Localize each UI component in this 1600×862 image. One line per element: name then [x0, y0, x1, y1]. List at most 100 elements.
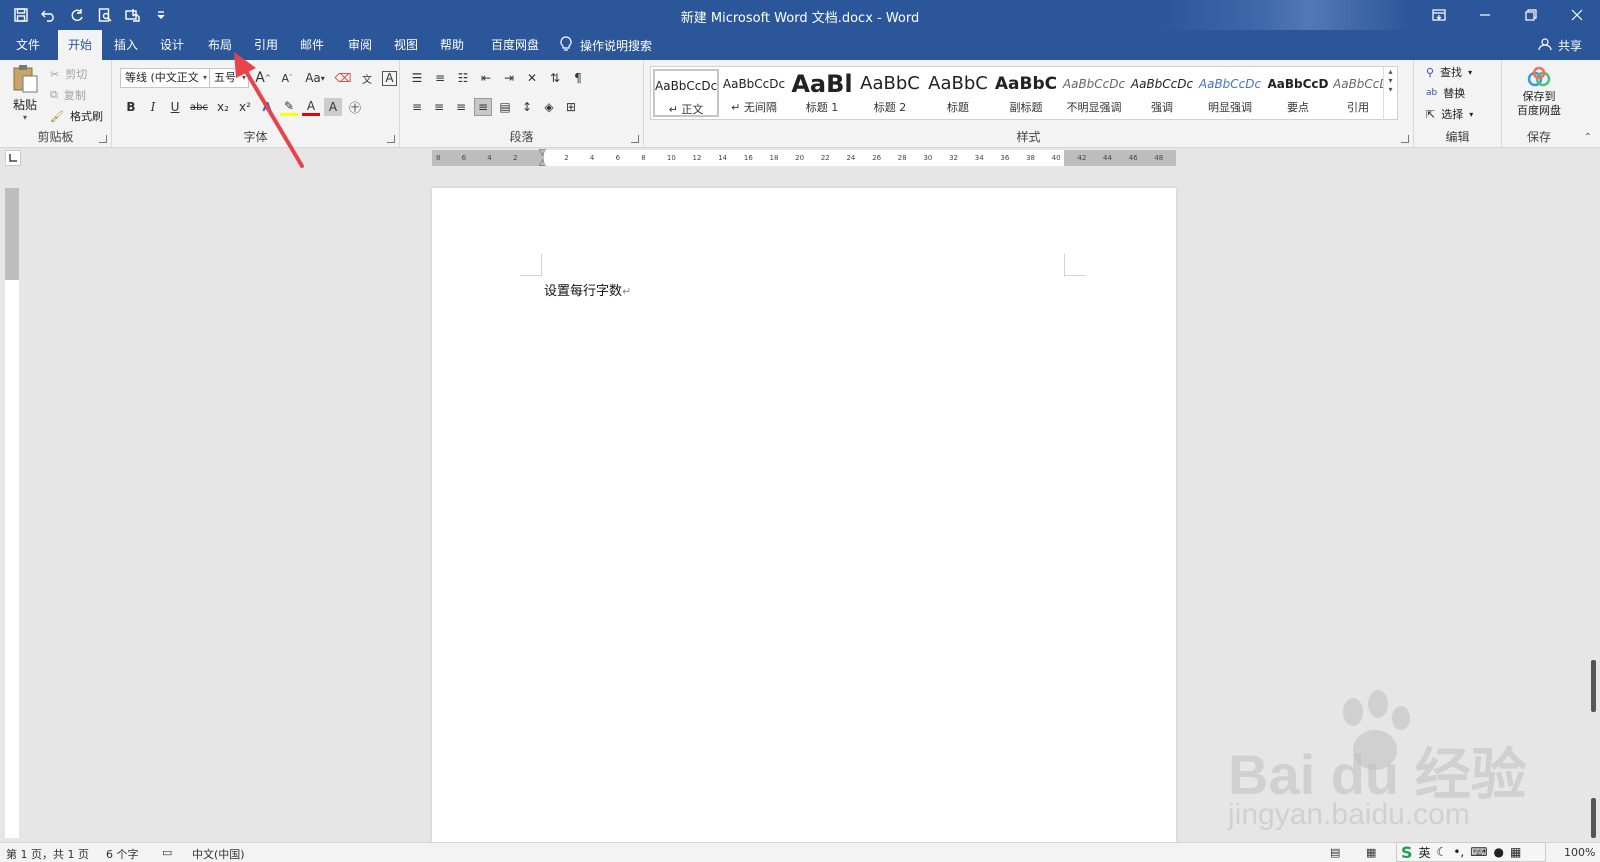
select-button[interactable]: ⇱ 选择 ▾ [1426, 106, 1473, 122]
tab-insert[interactable]: 插入 [104, 30, 148, 60]
tab-selector[interactable] [5, 150, 21, 166]
minimize-icon[interactable] [1462, 0, 1508, 30]
gallery-scroll[interactable]: ▴ ▾ ▾ [1383, 67, 1397, 121]
clear-formatting-icon[interactable]: ⌫ [334, 69, 352, 87]
style-heading-2[interactable]: AaBbC 标题 2 [857, 69, 923, 117]
proofing-icon[interactable]: ▭ [162, 846, 172, 859]
tab-baidu-netdisk[interactable]: 百度网盘 [482, 30, 548, 60]
bold-icon[interactable]: B [122, 98, 140, 116]
tab-references[interactable]: 引用 [244, 30, 288, 60]
document-page[interactable]: 设置每行字数↵ [432, 188, 1176, 850]
tab-review[interactable]: 审阅 [338, 30, 382, 60]
tab-help[interactable]: 帮助 [430, 30, 474, 60]
multilevel-list-icon[interactable]: ☷ [454, 69, 472, 87]
grow-font-icon[interactable]: A ^ [254, 69, 272, 87]
justify-icon[interactable]: ≡ [474, 98, 492, 116]
tab-layout[interactable]: 布局 [198, 30, 242, 60]
italic-icon[interactable]: I [144, 98, 162, 116]
document-text[interactable]: 设置每行字数↵ [544, 280, 631, 299]
punctuation-icon[interactable]: •, [1453, 845, 1464, 859]
shading-icon[interactable]: ◈ [540, 98, 558, 116]
share-button[interactable]: 共享 [1538, 30, 1582, 60]
find-button[interactable]: ⚲ 查找 ▾ [1426, 64, 1472, 80]
superscript-icon[interactable]: x² [236, 98, 254, 116]
font-launcher[interactable] [387, 135, 395, 143]
numbering-icon[interactable]: ≡ [431, 69, 449, 87]
underline-icon[interactable]: U [166, 98, 184, 116]
vertical-scrollbar-thumb[interactable] [1591, 660, 1596, 712]
replace-button[interactable]: ab 替换 [1426, 85, 1465, 101]
decrease-indent-icon[interactable]: ⇤ [477, 69, 495, 87]
save-to-baidu-button[interactable]: 保存到 百度网盘 [1502, 66, 1576, 118]
user-icon[interactable]: ● [1494, 845, 1504, 859]
align-center-icon[interactable]: ≡ [430, 98, 448, 116]
close-icon[interactable] [1554, 0, 1600, 30]
line-spacing-icon[interactable]: ↕ [518, 98, 536, 116]
word-count[interactable]: 6 个字 [106, 846, 139, 862]
style-subtle-emphasis[interactable]: AaBbCcDc 不明显强调 [1061, 69, 1127, 117]
increase-indent-icon[interactable]: ⇥ [500, 69, 518, 87]
align-left-icon[interactable]: ≡ [408, 98, 426, 116]
style-subtitle[interactable]: AaBbC 副标题 [993, 69, 1059, 117]
font-color-icon[interactable]: A [302, 98, 320, 116]
chinese-layout-icon[interactable]: ✕ [523, 69, 541, 87]
cut-button[interactable]: ✂ 剪切 [50, 66, 87, 82]
subscript-icon[interactable]: x₂ [214, 98, 232, 116]
character-border-icon[interactable]: A [382, 70, 397, 86]
character-shading-icon[interactable]: A [324, 98, 342, 116]
highlight-icon[interactable]: ✎ [280, 98, 298, 116]
vertical-ruler[interactable] [5, 188, 19, 838]
distributed-icon[interactable]: ▤ [496, 98, 514, 116]
tab-view[interactable]: 视图 [384, 30, 428, 60]
font-size-combo[interactable]: 五号 ▾ [209, 68, 249, 88]
print-layout-icon[interactable]: ▦ [1366, 846, 1376, 859]
style-emphasis[interactable]: AaBbCcDc 强调 [1129, 69, 1195, 117]
sogou-icon[interactable]: S [1401, 843, 1413, 862]
zoom-level[interactable]: 100% [1564, 846, 1595, 859]
read-mode-icon[interactable]: ▤ [1330, 846, 1340, 859]
indent-marker-bottom[interactable]: △ [539, 158, 546, 168]
style-intense-emphasis[interactable]: AaBbCcDc 明显强调 [1197, 69, 1263, 117]
copy-button[interactable]: ⧉ 复制 [50, 87, 86, 103]
ribbon-display-options-icon[interactable] [1416, 0, 1462, 30]
text-effects-icon[interactable]: A [258, 98, 276, 116]
show-marks-icon[interactable]: ¶ [569, 69, 587, 87]
tab-mailings[interactable]: 邮件 [290, 30, 334, 60]
align-right-icon[interactable]: ≡ [452, 98, 470, 116]
indent-marker[interactable]: ▽ [539, 148, 546, 158]
style-strong[interactable]: AaBbCcD 要点 [1265, 69, 1331, 117]
style-no-spacing[interactable]: AaBbCcDc ↵ 无间隔 [721, 69, 787, 117]
restore-icon[interactable] [1508, 0, 1554, 30]
ime-language[interactable]: 英 [1419, 844, 1431, 861]
paragraph-launcher[interactable] [631, 135, 639, 143]
language-indicator[interactable]: 中文(中国) [192, 846, 245, 862]
grid-icon[interactable]: ▦ [1510, 845, 1521, 859]
collapse-ribbon-icon[interactable]: ⌃ [1584, 132, 1592, 143]
format-painter-button[interactable]: 🖌 格式刷 [50, 108, 103, 124]
style-quote[interactable]: AaBbCcDc 引用 [1333, 69, 1383, 117]
tab-home[interactable]: 开始 [58, 30, 102, 60]
tab-file[interactable]: 文件 [8, 30, 48, 60]
strikethrough-icon[interactable]: abc [188, 98, 210, 116]
enclose-characters-icon[interactable]: ㊉ [346, 98, 364, 116]
style-heading-1[interactable]: AaBl 标题 1 [789, 69, 855, 117]
clipboard-launcher[interactable] [99, 135, 107, 143]
style-title[interactable]: AaBbC 标题 [925, 69, 991, 117]
font-name-combo[interactable]: 等线 (中文正文 ▾ [120, 68, 210, 88]
style-normal[interactable]: AaBbCcDc ↵ 正文 [653, 69, 719, 117]
paste-button[interactable]: 粘贴 ▾ [8, 64, 42, 124]
shrink-font-icon[interactable]: Aˇ [278, 69, 296, 87]
vertical-scrollbar-lower[interactable] [1591, 798, 1596, 838]
tell-me-search[interactable]: 操作说明搜索 [560, 30, 652, 60]
borders-icon[interactable]: ⊞ [562, 98, 580, 116]
change-case-icon[interactable]: Aa ▾ [302, 69, 328, 87]
bullets-icon[interactable]: ☰ [408, 69, 426, 87]
page-count[interactable]: 第 1 页，共 1 页 [6, 846, 89, 862]
keyboard-icon[interactable]: ⌨ [1470, 845, 1487, 859]
styles-launcher[interactable] [1401, 135, 1409, 143]
horizontal-ruler[interactable]: 8 6 4 2 2 4 6 8 10 12 14 16 18 20 22 24 26 28 30 32 34 36 38 40… [432, 148, 1176, 168]
phonetic-guide-icon[interactable]: 文 [358, 69, 376, 87]
moon-icon[interactable]: ☾ [1437, 845, 1448, 859]
tab-design[interactable]: 设计 [150, 30, 194, 60]
sort-icon[interactable]: ⇅ [546, 69, 564, 87]
